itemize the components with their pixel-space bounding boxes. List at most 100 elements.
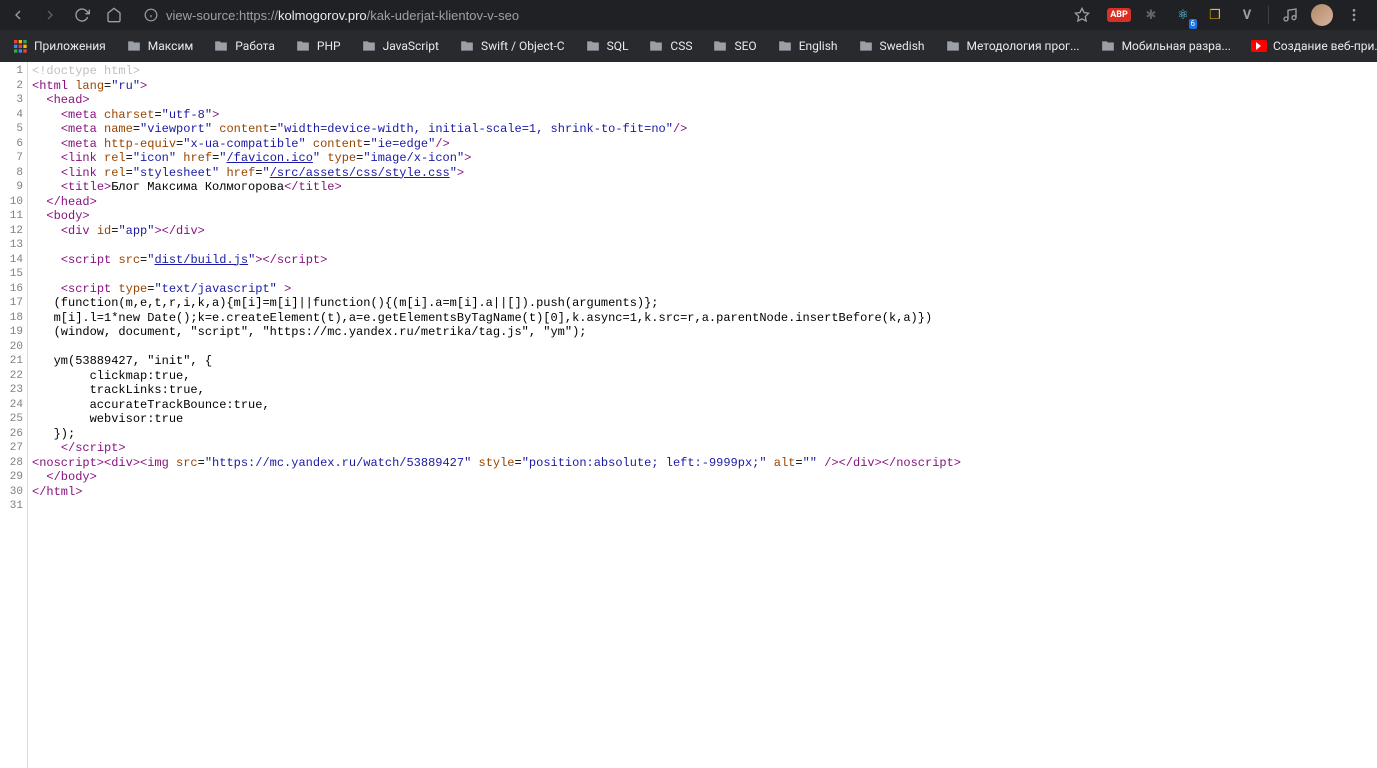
source-line[interactable]: <body>	[32, 209, 961, 224]
folder-icon	[858, 39, 874, 53]
source-line[interactable]: <!doctype html>	[32, 64, 961, 79]
bookmark-label: PHP	[317, 39, 341, 53]
folder-icon	[1100, 39, 1116, 53]
reload-button[interactable]	[70, 3, 94, 27]
bookmark-folder[interactable]: Методология прог...	[941, 35, 1084, 57]
bookmark-folder[interactable]: JavaScript	[357, 35, 443, 57]
source-line[interactable]: <html lang="ru">	[32, 79, 961, 94]
source-code[interactable]: <!doctype html><html lang="ru"> <head> <…	[28, 62, 961, 768]
folder-icon	[213, 39, 229, 53]
line-number: 8	[4, 166, 23, 181]
line-number: 15	[4, 267, 23, 282]
source-line[interactable]: <meta http-equiv="x-ua-compatible" conte…	[32, 137, 961, 152]
folder-icon	[361, 39, 377, 53]
source-line[interactable]: m[i].l=1*new Date();k=e.createElement(t)…	[32, 311, 961, 326]
bookmark-label: JavaScript	[383, 39, 439, 53]
address-bar[interactable]: view-source:https://kolmogorov.pro/kak-u…	[134, 3, 1100, 27]
bookmark-folder[interactable]: Максим	[122, 35, 198, 57]
browser-menu-icon[interactable]	[1343, 4, 1365, 26]
source-line[interactable]	[32, 499, 961, 514]
abp-extension-icon[interactable]: ABP	[1108, 4, 1130, 26]
bookmark-label: SQL	[607, 39, 629, 53]
source-line[interactable]: clickmap:true,	[32, 369, 961, 384]
source-line[interactable]: <script type="text/javascript" >	[32, 282, 961, 297]
source-line[interactable]: (function(m,e,t,r,i,k,a){m[i]=m[i]||func…	[32, 296, 961, 311]
line-number: 17	[4, 296, 23, 311]
home-button[interactable]	[102, 3, 126, 27]
source-line[interactable]	[32, 340, 961, 355]
chat-extension-icon[interactable]: ❐	[1204, 4, 1226, 26]
forward-button[interactable]	[38, 3, 62, 27]
bookmark-folder[interactable]: SQL	[581, 35, 633, 57]
bookmark-label: Swedish	[880, 39, 925, 53]
react-devtools-icon[interactable]: ⚛6	[1172, 4, 1194, 26]
folder-icon	[459, 39, 475, 53]
bookmark-label: Максим	[148, 39, 194, 53]
star-icon[interactable]	[1074, 7, 1090, 23]
line-number: 16	[4, 282, 23, 297]
youtube-icon	[1251, 40, 1267, 52]
source-line[interactable]: </body>	[32, 470, 961, 485]
line-number: 10	[4, 195, 23, 210]
toolbar-right-icons: ABP ✱ ⚛6 ❐ V	[1108, 4, 1371, 26]
folder-icon	[585, 39, 601, 53]
source-line[interactable]: webvisor:true	[32, 412, 961, 427]
source-line[interactable]: </script>	[32, 441, 961, 456]
source-line[interactable]: <title>Блог Максима Колмогорова</title>	[32, 180, 961, 195]
apps-button[interactable]: Приложения	[8, 34, 110, 58]
folder-icon	[126, 39, 142, 53]
view-source-area: 1234567891011121314151617181920212223242…	[0, 62, 1377, 768]
line-number: 31	[4, 499, 23, 514]
url-text: view-source:https://kolmogorov.pro/kak-u…	[166, 8, 519, 23]
line-number: 18	[4, 311, 23, 326]
line-number: 27	[4, 441, 23, 456]
bookmark-folder[interactable]: Swift / Object-C	[455, 35, 569, 57]
source-line[interactable]	[32, 238, 961, 253]
source-line[interactable]: trackLinks:true,	[32, 383, 961, 398]
source-line[interactable]: <link rel="icon" href="/favicon.ico" typ…	[32, 151, 961, 166]
bookmark-folder[interactable]: PHP	[291, 35, 345, 57]
source-line[interactable]: });	[32, 427, 961, 442]
line-number: 14	[4, 253, 23, 268]
source-line[interactable]: <noscript><div><img src="https://mc.yand…	[32, 456, 961, 471]
paw-extension-icon[interactable]: ✱	[1140, 4, 1162, 26]
bookmark-folder[interactable]: Работа	[209, 35, 279, 57]
source-line[interactable]: <div id="app"></div>	[32, 224, 961, 239]
line-number: 29	[4, 470, 23, 485]
line-number: 7	[4, 151, 23, 166]
bookmark-folder[interactable]: Мобильная разра...	[1096, 35, 1235, 57]
line-number: 12	[4, 224, 23, 239]
source-line[interactable]	[32, 267, 961, 282]
bookmark-folder[interactable]: English	[773, 35, 842, 57]
profile-avatar[interactable]	[1311, 4, 1333, 26]
source-line[interactable]: accurateTrackBounce:true,	[32, 398, 961, 413]
line-number: 25	[4, 412, 23, 427]
source-line[interactable]: <link rel="stylesheet" href="/src/assets…	[32, 166, 961, 181]
bookmark-folder[interactable]: Swedish	[854, 35, 929, 57]
apps-label: Приложения	[34, 39, 106, 53]
line-number: 19	[4, 325, 23, 340]
source-line[interactable]: </html>	[32, 485, 961, 500]
source-line[interactable]: ym(53889427, "init", {	[32, 354, 961, 369]
line-number: 11	[4, 209, 23, 224]
line-number: 24	[4, 398, 23, 413]
line-number-gutter: 1234567891011121314151617181920212223242…	[0, 62, 28, 768]
line-number: 20	[4, 340, 23, 355]
back-button[interactable]	[6, 3, 30, 27]
source-line[interactable]: (window, document, "script", "https://mc…	[32, 325, 961, 340]
source-line[interactable]: <meta charset="utf-8">	[32, 108, 961, 123]
source-line[interactable]: <meta name="viewport" content="width=dev…	[32, 122, 961, 137]
source-line[interactable]: <head>	[32, 93, 961, 108]
source-line[interactable]: <script src="dist/build.js"></script>	[32, 253, 961, 268]
line-number: 23	[4, 383, 23, 398]
folder-icon	[648, 39, 664, 53]
vue-devtools-icon[interactable]: V	[1236, 4, 1258, 26]
source-line[interactable]: </head>	[32, 195, 961, 210]
folder-icon	[712, 39, 728, 53]
bookmark-youtube[interactable]: Создание веб-при...	[1247, 35, 1377, 57]
bookmark-folder[interactable]: SEO	[708, 35, 760, 57]
folder-icon	[777, 39, 793, 53]
media-control-icon[interactable]	[1279, 4, 1301, 26]
line-number: 6	[4, 137, 23, 152]
bookmark-folder[interactable]: CSS	[644, 35, 696, 57]
